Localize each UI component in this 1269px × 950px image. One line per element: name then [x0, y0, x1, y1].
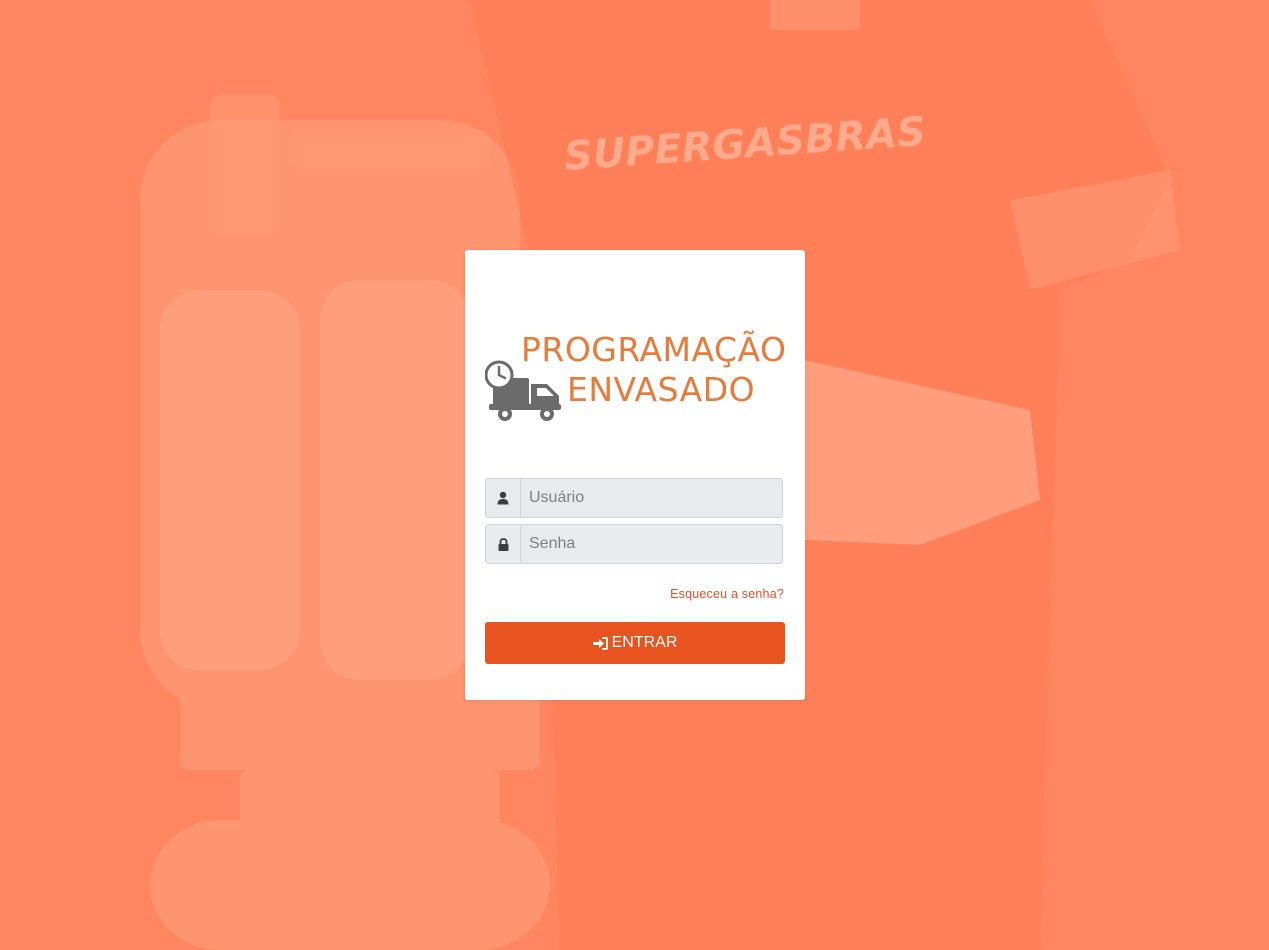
sign-in-icon	[592, 636, 608, 650]
password-input[interactable]	[521, 525, 782, 563]
username-field	[485, 478, 783, 518]
lock-icon	[486, 525, 521, 563]
forgot-password-link[interactable]: Esqueceu a senha?	[670, 587, 784, 601]
logo-title-line1: PROGRAMAÇÃO	[521, 330, 787, 369]
user-icon	[486, 479, 521, 517]
username-input[interactable]	[521, 479, 782, 517]
truck-clock-icon	[485, 360, 561, 421]
login-button[interactable]: ENTRAR	[485, 622, 785, 664]
login-button-label: ENTRAR	[611, 634, 678, 651]
password-field	[485, 524, 783, 564]
login-card: PROGRAMAÇÃO ENVASADO Esqueceu a senha?	[465, 250, 805, 700]
logo-title-line2: ENVASADO	[567, 370, 756, 409]
app-logo: PROGRAMAÇÃO ENVASADO	[485, 330, 787, 422]
